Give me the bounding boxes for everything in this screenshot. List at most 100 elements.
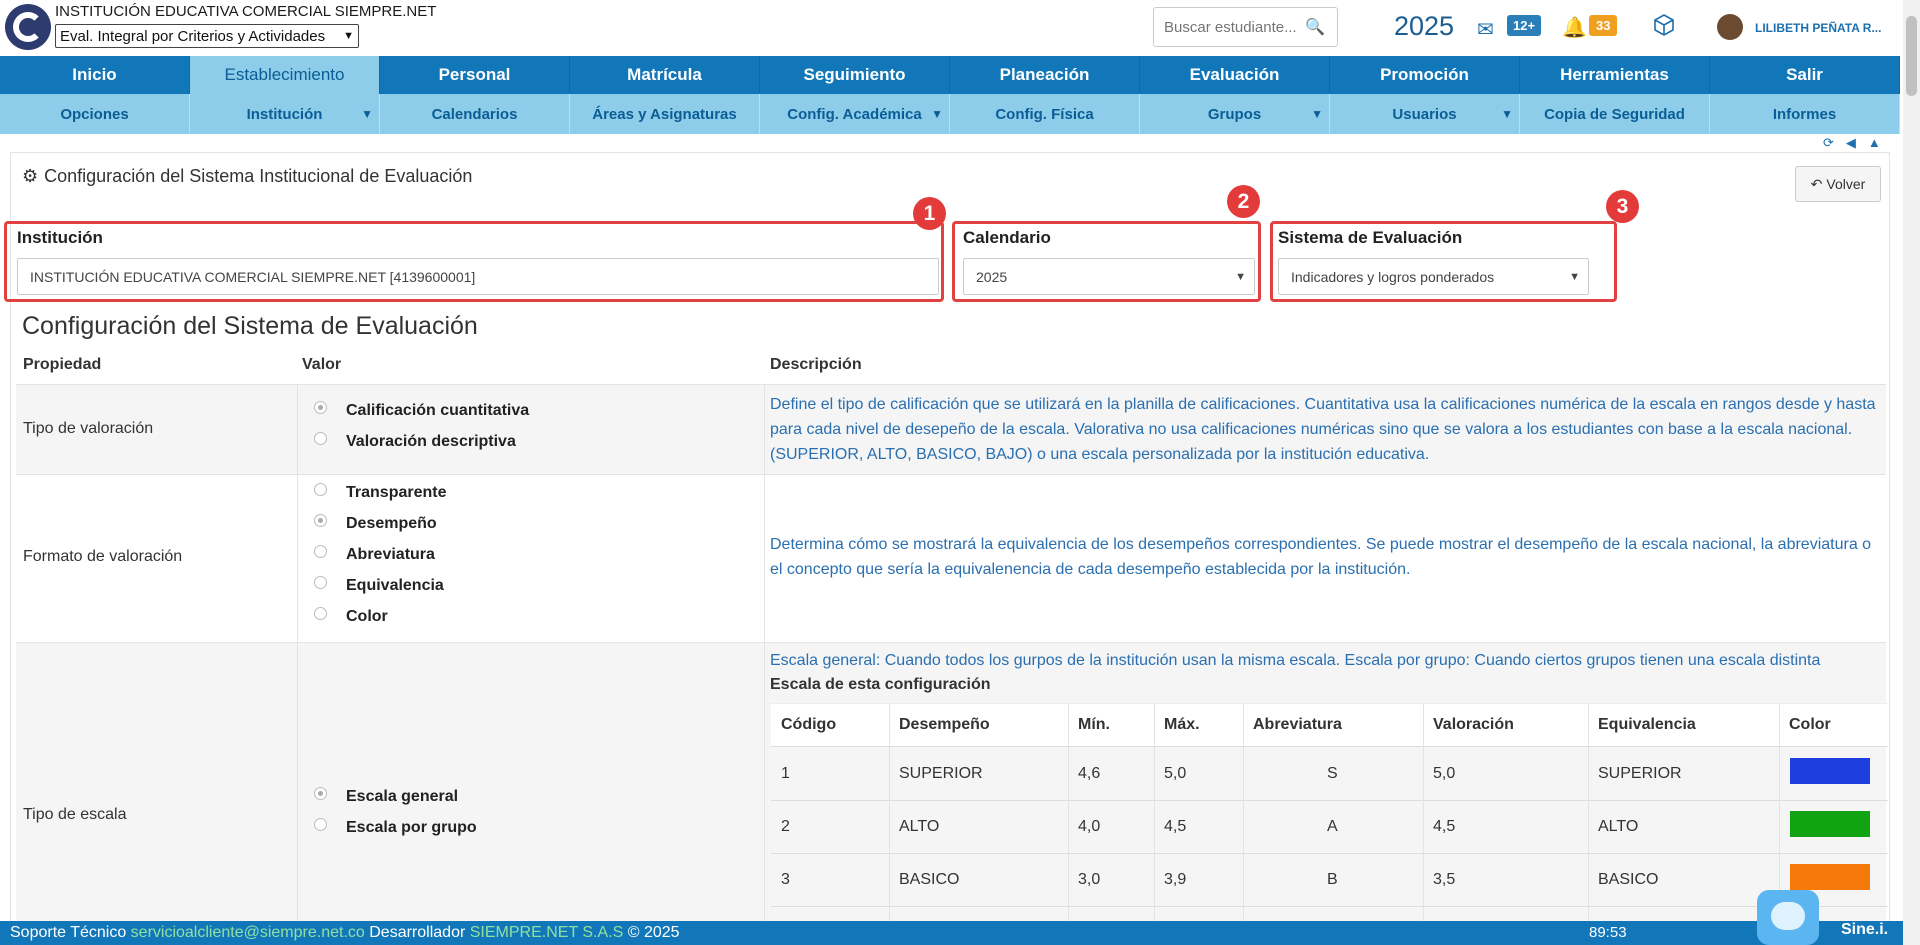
subnav-label: Institución — [246, 105, 323, 123]
subnav-institucion[interactable]: Institución ▼ — [190, 94, 380, 134]
nav-matricula[interactable]: Matrícula — [570, 56, 760, 94]
radio-dot[interactable] — [314, 400, 327, 414]
subnav-opciones[interactable]: Opciones — [0, 94, 190, 134]
current-year[interactable]: 2025 — [1394, 11, 1454, 42]
scale-performance: BASICO — [899, 871, 960, 888]
undo-icon: ↶ — [1810, 175, 1823, 192]
caret-down-icon: ▼ — [361, 107, 373, 121]
scale-column-divider — [889, 703, 890, 923]
page-title: ⚙ Configuración del Sistema Institucional… — [22, 166, 472, 187]
subnav-usuarios[interactable]: Usuarios ▼ — [1330, 94, 1520, 134]
student-search[interactable]: 🔍 — [1153, 7, 1338, 47]
institution-name: INSTITUCIÓN EDUCATIVA COMERCIAL SIEMPRE.… — [55, 3, 437, 20]
subnav-label: Áreas y Asignaturas — [592, 105, 737, 123]
scale-code: 1 — [781, 765, 790, 782]
radio-calificacion-cuantitativa[interactable]: Calificación cuantitativa — [314, 400, 530, 420]
refresh-icon[interactable]: ⟳ — [1823, 135, 1834, 151]
scale-min: 4,6 — [1078, 765, 1101, 782]
scale-equivalence: SUPERIOR — [1598, 765, 1682, 782]
radio-transparente[interactable]: Transparente — [314, 482, 446, 502]
marker-3: 3 — [1606, 190, 1639, 223]
subnav-informes[interactable]: Informes — [1710, 94, 1900, 134]
radio-dot[interactable] — [314, 817, 327, 831]
search-input[interactable] — [1154, 18, 1304, 36]
institution-logo[interactable] — [5, 4, 51, 50]
support-email-link[interactable]: servicioalcliente@siempre.net.co — [131, 924, 365, 942]
user-avatar[interactable] — [1717, 14, 1743, 40]
subnav-label: Config. Académica — [787, 105, 922, 123]
bell-icon[interactable]: 🔔 — [1562, 15, 1587, 40]
highlight-box-2 — [952, 221, 1261, 302]
panel-toolbar: ⟳ ◀ ▲ — [1823, 135, 1881, 151]
subnav-label: Config. Física — [995, 105, 1094, 123]
scale-title: Escala de esta configuración — [770, 676, 991, 693]
nav-personal[interactable]: Personal — [380, 56, 570, 94]
gear-icon: ⚙ — [22, 166, 39, 186]
property-label: Formato de valoración — [23, 548, 183, 565]
description-text: Escala general: Cuando todos los gurpos … — [770, 652, 1821, 669]
nav-evaluacion[interactable]: Evaluación — [1140, 56, 1330, 94]
nav-establecimiento[interactable]: Establecimiento — [190, 56, 380, 94]
mail-count-badge[interactable]: 12+ — [1507, 15, 1542, 36]
search-icon[interactable]: 🔍 — [1305, 17, 1325, 37]
scale-max: 3,9 — [1164, 871, 1187, 888]
column-header-property: Propiedad — [23, 356, 102, 373]
radio-dot[interactable] — [314, 786, 327, 800]
radio-color[interactable]: Color — [314, 606, 388, 626]
nav-inicio[interactable]: Inicio — [0, 56, 190, 94]
marker-1: 1 — [913, 197, 946, 230]
highlight-box-1 — [4, 221, 944, 302]
radio-label: Calificación cuantitativa — [346, 402, 530, 419]
radio-dot[interactable] — [314, 482, 327, 496]
nav-promocion[interactable]: Promoción — [1330, 56, 1520, 94]
page-scrollbar[interactable] — [1903, 0, 1920, 945]
nav-salir[interactable]: Salir — [1710, 56, 1900, 94]
radio-dot[interactable] — [314, 544, 327, 558]
subnav-grupos[interactable]: Grupos ▼ — [1140, 94, 1330, 134]
subnav-calendarios[interactable]: Calendarios — [380, 94, 570, 134]
evaluation-mode-select[interactable]: Eval. Integral por Criterios y Actividad… — [55, 24, 359, 48]
subnav-areas[interactable]: Áreas y Asignaturas — [570, 94, 760, 134]
scale-value: 3,5 — [1433, 871, 1456, 888]
subnav-label: Opciones — [60, 105, 129, 123]
radio-abreviatura[interactable]: Abreviatura — [314, 544, 435, 564]
scale-abbr: B — [1327, 871, 1338, 888]
radio-equivalencia[interactable]: Equivalencia — [314, 575, 444, 595]
radio-desempeno[interactable]: Desempeño — [314, 513, 437, 533]
page-title-text: Configuración del Sistema Institucional … — [44, 166, 473, 186]
back-button[interactable]: ↶ Volver — [1795, 166, 1881, 202]
scale-code: 3 — [781, 871, 790, 888]
subnav-label: Usuarios — [1392, 105, 1457, 123]
subnav-label: Calendarios — [431, 105, 518, 123]
column-header-value: Valor — [302, 356, 342, 373]
chat-widget-button[interactable] — [1757, 890, 1819, 945]
nav-seguimiento[interactable]: Seguimiento — [760, 56, 950, 94]
scale-code: 2 — [781, 818, 790, 835]
mail-icon[interactable]: ✉ — [1477, 17, 1494, 42]
developer-link[interactable]: SIEMPRE.NET S.A.S — [470, 924, 624, 942]
subnav-copia-seguridad[interactable]: Copia de Seguridad — [1520, 94, 1710, 134]
subnav-config-academica[interactable]: Config. Académica ▼ — [760, 94, 950, 134]
cube-icon[interactable] — [1652, 13, 1676, 37]
user-name[interactable]: LILIBETH PEÑATA R... — [1755, 21, 1881, 35]
radio-escala-general[interactable]: Escala general — [314, 786, 458, 806]
back-circle-icon[interactable]: ◀ — [1846, 135, 1856, 151]
radio-dot[interactable] — [314, 575, 327, 589]
copyright-text: © 2025 — [627, 924, 680, 941]
radio-valoracion-descriptiva[interactable]: Valoración descriptiva — [314, 431, 516, 451]
scale-max: 5,0 — [1164, 765, 1187, 782]
radio-dot[interactable] — [314, 513, 327, 527]
scale-value: 5,0 — [1433, 765, 1456, 782]
subnav-config-fisica[interactable]: Config. Física — [950, 94, 1140, 134]
nav-planeacion[interactable]: Planeación — [950, 56, 1140, 94]
radio-dot[interactable] — [314, 431, 327, 445]
notification-count-badge[interactable]: 33 — [1589, 15, 1618, 36]
scale-abbr: A — [1327, 818, 1338, 835]
scale-equivalence: ALTO — [1598, 818, 1639, 835]
back-button-label: Volver — [1826, 176, 1866, 192]
arrow-up-icon[interactable]: ▲ — [1868, 135, 1881, 151]
nav-herramientas[interactable]: Herramientas — [1520, 56, 1710, 94]
scrollbar-thumb[interactable] — [1906, 16, 1917, 96]
radio-escala-por-grupo[interactable]: Escala por grupo — [314, 817, 477, 837]
radio-dot[interactable] — [314, 606, 327, 620]
